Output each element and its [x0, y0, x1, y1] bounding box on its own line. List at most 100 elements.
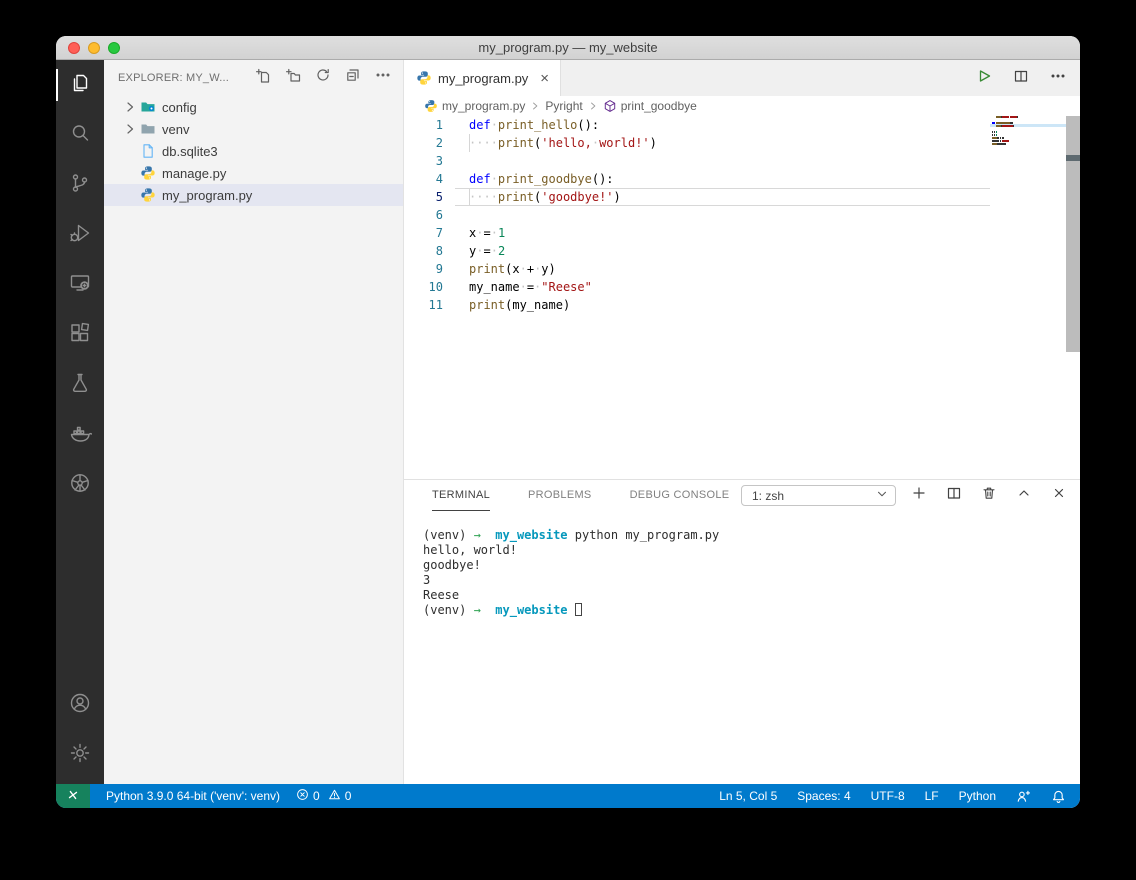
code-line: 7x·=·1 — [404, 224, 1080, 242]
shell-select-value: 1: zsh — [752, 489, 875, 503]
close-window-button[interactable] — [68, 42, 80, 54]
code-line: 11print(my_name) — [404, 296, 1080, 314]
line-number: 8 — [404, 242, 443, 260]
more-button[interactable] — [373, 68, 393, 88]
chevron-down-icon — [875, 487, 889, 504]
activity-item-docker[interactable] — [56, 410, 104, 460]
error-icon — [296, 788, 309, 804]
code-line: 2 ····print('hello,·world!') — [404, 134, 1080, 152]
panel-tab-problems[interactable]: PROBLEMS — [528, 480, 592, 511]
breadcrumb-item-my-program-py[interactable]: my_program.py — [424, 99, 525, 113]
tab-my-program-py[interactable]: my_program.py × — [404, 60, 561, 96]
tree-item-config[interactable]: config — [104, 96, 403, 118]
close-tab-icon[interactable]: × — [537, 70, 552, 87]
notifications-bell-icon[interactable] — [1051, 789, 1066, 804]
code-text: my_name·=·"Reese" — [469, 278, 592, 296]
python-interpreter-status[interactable]: Python 3.9.0 64-bit ('venv': venv) — [100, 789, 286, 803]
code-line: 8y·=·2 — [404, 242, 1080, 260]
activity-item-settings[interactable] — [56, 730, 104, 780]
new-terminal-button[interactable] — [910, 487, 928, 505]
chevron-right-icon — [587, 100, 599, 112]
chevron-right-icon — [122, 121, 138, 137]
problems-status[interactable]: 0 0 — [296, 788, 355, 804]
terminal-shell-select[interactable]: 1: zsh — [741, 485, 896, 506]
title-bar[interactable]: my_program.py — my_website — [56, 36, 1080, 60]
activity-item-source-control[interactable] — [56, 160, 104, 210]
new-file-button[interactable]: , — [253, 68, 273, 88]
tree-item-my-program-py[interactable]: my_program.py — [104, 184, 403, 206]
panel-tab-terminal[interactable]: TERMINAL — [432, 480, 490, 511]
explorer-sidebar: EXPLORER: MY_W... , configvenvdb.sqlite3… — [104, 60, 404, 784]
tree-item-manage-py[interactable]: manage.py — [104, 162, 403, 184]
more-actions-button[interactable] — [1048, 68, 1068, 88]
minimap-line — [990, 142, 1066, 145]
code-line: 1def·print_hello(): — [404, 116, 1080, 134]
explorer-title: EXPLORER: MY_W... — [118, 72, 253, 84]
status-indentation[interactable]: Spaces: 4 — [797, 789, 850, 803]
tab-label: my_program.py — [438, 71, 528, 86]
kill-terminal-button[interactable] — [980, 487, 998, 505]
breadcrumb-item-pyright[interactable]: Pyright — [545, 99, 582, 113]
breadcrumb-item-print-goodbye[interactable]: print_goodbye — [603, 99, 697, 113]
python-file-icon — [416, 70, 432, 86]
minimap[interactable] — [990, 116, 1066, 145]
explorer-icon — [68, 71, 92, 100]
maximize-panel-button[interactable] — [1015, 487, 1033, 505]
zoom-window-button[interactable] — [108, 42, 120, 54]
status-language-mode[interactable]: Python — [959, 789, 996, 803]
remote-icon — [66, 788, 80, 805]
chevron-spacer — [122, 143, 138, 159]
code-line: 3 — [404, 152, 1080, 170]
docker-icon — [68, 421, 92, 450]
panel-tab-debug-console[interactable]: DEBUG CONSOLE — [630, 480, 730, 511]
activity-item-kubernetes[interactable] — [56, 460, 104, 510]
scrollbar-thumb-edge — [1066, 155, 1080, 161]
line-number: 1 — [404, 116, 443, 134]
activity-item-extensions[interactable] — [56, 310, 104, 360]
vscode-window: my_program.py — my_website EXPLORER: MY_… — [56, 36, 1080, 808]
activity-item-accounts[interactable] — [56, 680, 104, 730]
close-panel-button[interactable] — [1050, 487, 1068, 505]
tree-item-db-sqlite3[interactable]: db.sqlite3 — [104, 140, 403, 162]
terminal-output[interactable]: (venv) → my_website python my_program.py… — [404, 511, 1080, 618]
status-eol[interactable]: LF — [925, 789, 939, 803]
status-encoding[interactable]: UTF-8 — [871, 789, 905, 803]
code-text: ····print('hello,·world!') — [469, 134, 657, 152]
activity-item-run-debug[interactable] — [56, 210, 104, 260]
more-icon — [375, 67, 391, 88]
editor-scrollbar[interactable] — [1066, 116, 1080, 352]
folder-config-icon — [140, 99, 156, 115]
line-number: 3 — [404, 152, 443, 170]
line-number: 2 — [404, 134, 443, 152]
window-controls — [68, 36, 120, 60]
terminal-line: (venv) → my_website — [423, 603, 1080, 618]
activity-bar — [56, 60, 104, 784]
tab-bar-empty-space — [561, 60, 962, 96]
file-icon — [140, 143, 156, 159]
status-cursor-position[interactable]: Ln 5, Col 5 — [719, 789, 777, 803]
activity-item-search[interactable] — [56, 110, 104, 160]
chevron-right-icon — [529, 100, 541, 112]
run-button[interactable] — [974, 68, 994, 88]
minimize-window-button[interactable] — [88, 42, 100, 54]
activity-item-explorer[interactable] — [56, 60, 104, 110]
new-folder-button[interactable] — [283, 68, 303, 88]
split-editor-button[interactable] — [1011, 68, 1031, 88]
breadcrumb-label: Pyright — [545, 99, 582, 113]
tree-item-venv[interactable]: venv — [104, 118, 403, 140]
line-number: 6 — [404, 206, 443, 224]
new-folder-icon — [285, 67, 301, 88]
collapse-all-icon — [345, 67, 361, 88]
code-line: 10my_name·=·"Reese" — [404, 278, 1080, 296]
collapse-all-button[interactable] — [343, 68, 363, 88]
folder-icon — [140, 121, 156, 137]
activity-item-remote-explorer[interactable] — [56, 260, 104, 310]
remote-indicator[interactable] — [56, 784, 90, 808]
terminal-line: hello, world! — [423, 543, 1080, 558]
refresh-button[interactable] — [313, 68, 333, 88]
code-editor[interactable]: 1def·print_hello():2 ····print('hello,·wo… — [404, 116, 1080, 479]
terminal-line: 3 — [423, 573, 1080, 588]
split-terminal-button[interactable] — [945, 487, 963, 505]
activity-item-testing[interactable] — [56, 360, 104, 410]
feedback-icon[interactable] — [1016, 789, 1031, 804]
